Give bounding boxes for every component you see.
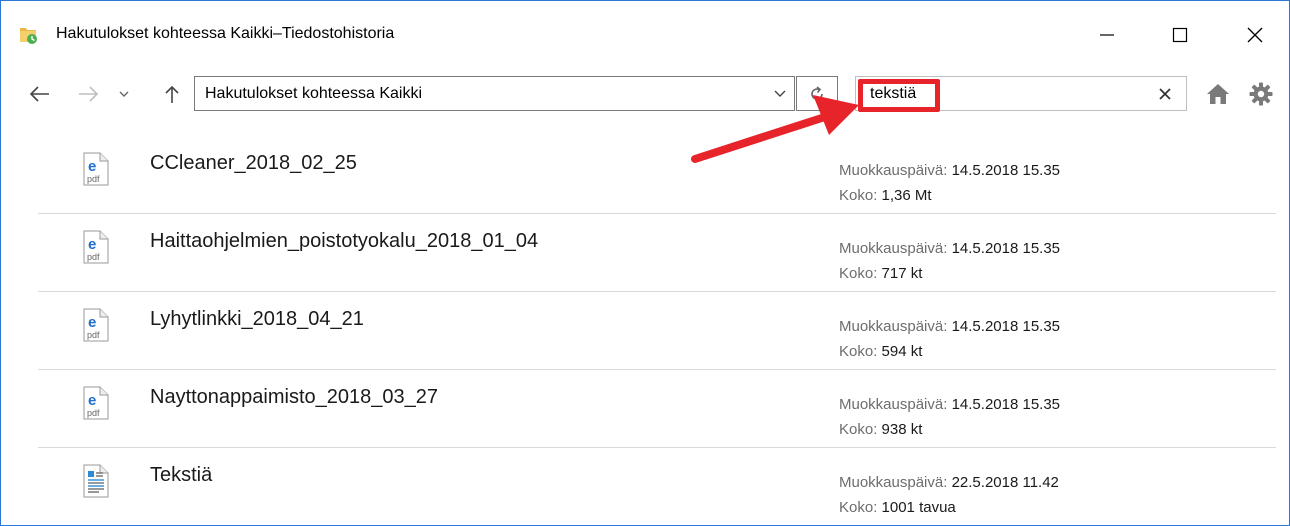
title-bar: Hakutulokset kohteessa Kaikki–Tiedostohi… bbox=[1, 1, 1289, 61]
modified-label: Muokkauspäivä: bbox=[839, 240, 948, 257]
svg-text:e: e bbox=[88, 158, 96, 175]
size-line: Koko: 717 kt bbox=[839, 261, 1060, 286]
close-icon bbox=[1247, 27, 1263, 43]
file-name[interactable]: Lyhytlinkki_2018_04_21 bbox=[150, 308, 364, 331]
modified-label: Muokkauspäivä: bbox=[839, 318, 948, 335]
forward-button[interactable] bbox=[73, 77, 103, 111]
modified-line: Muokkauspäivä: 22.5.2018 11.42 bbox=[839, 470, 1059, 495]
clear-search-icon[interactable] bbox=[1158, 87, 1172, 101]
search-results-list: e pdf CCleaner_2018_02_25 Muokkauspäivä:… bbox=[38, 136, 1276, 525]
size-value: 717 kt bbox=[881, 265, 923, 282]
size-label: Koko: bbox=[839, 421, 878, 438]
forward-arrow-icon bbox=[79, 86, 99, 102]
file-meta: Muokkauspäivä: 14.5.2018 15.35 Koko: 938… bbox=[839, 392, 1060, 442]
maximize-icon bbox=[1172, 27, 1188, 43]
modified-value: 14.5.2018 15.35 bbox=[951, 396, 1061, 413]
modified-value: 22.5.2018 11.42 bbox=[951, 474, 1059, 491]
svg-text:e: e bbox=[88, 236, 96, 253]
modified-line: Muokkauspäivä: 14.5.2018 15.35 bbox=[839, 158, 1060, 183]
text-document-icon bbox=[83, 464, 109, 498]
refresh-button[interactable] bbox=[796, 76, 838, 111]
size-line: Koko: 938 kt bbox=[839, 417, 1060, 442]
modified-value: 14.5.2018 15.35 bbox=[951, 240, 1061, 257]
file-meta: Muokkauspäivä: 22.5.2018 11.42 Koko: 100… bbox=[839, 470, 1059, 520]
size-label: Koko: bbox=[839, 187, 878, 204]
file-meta: Muokkauspäivä: 14.5.2018 15.35 Koko: 1,3… bbox=[839, 158, 1060, 208]
chevron-down-icon bbox=[119, 91, 129, 97]
modified-value: 14.5.2018 15.35 bbox=[951, 162, 1061, 179]
size-value: 1,36 Mt bbox=[881, 187, 932, 204]
minimize-button[interactable] bbox=[1072, 13, 1142, 57]
pdf-icon: e pdf bbox=[83, 152, 109, 186]
back-button[interactable] bbox=[25, 77, 55, 111]
file-history-app-icon bbox=[20, 28, 37, 44]
svg-text:pdf: pdf bbox=[87, 174, 100, 184]
back-arrow-icon bbox=[29, 86, 49, 102]
up-arrow-icon bbox=[165, 85, 179, 103]
pdf-icon: e pdf bbox=[83, 308, 109, 342]
close-button[interactable] bbox=[1220, 13, 1289, 57]
size-value: 1001 tavua bbox=[881, 499, 956, 516]
svg-text:pdf: pdf bbox=[87, 330, 100, 340]
settings-gear-icon[interactable] bbox=[1249, 82, 1273, 106]
window-title: Hakutulokset kohteessa Kaikki–Tiedostohi… bbox=[56, 25, 395, 42]
search-highlight-box bbox=[858, 79, 940, 112]
modified-label: Muokkauspäivä: bbox=[839, 396, 948, 413]
size-value: 938 kt bbox=[881, 421, 923, 438]
svg-text:pdf: pdf bbox=[87, 408, 100, 418]
modified-label: Muokkauspäivä: bbox=[839, 162, 948, 179]
file-row[interactable]: e pdf Lyhytlinkki_2018_04_21 Muokkauspäi… bbox=[38, 292, 1276, 370]
maximize-button[interactable] bbox=[1145, 13, 1215, 57]
file-meta: Muokkauspäivä: 14.5.2018 15.35 Koko: 594… bbox=[839, 314, 1060, 364]
modified-value: 14.5.2018 15.35 bbox=[951, 318, 1061, 335]
address-dropdown-icon[interactable] bbox=[772, 85, 788, 101]
file-row[interactable]: Tekstiä Muokkauspäivä: 22.5.2018 11.42 K… bbox=[38, 448, 1276, 525]
size-label: Koko: bbox=[839, 499, 878, 516]
file-row[interactable]: e pdf CCleaner_2018_02_25 Muokkauspäivä:… bbox=[38, 136, 1276, 214]
modified-line: Muokkauspäivä: 14.5.2018 15.35 bbox=[839, 314, 1060, 339]
file-name[interactable]: CCleaner_2018_02_25 bbox=[150, 152, 357, 175]
navigation-bar: Hakutulokset kohteessa Kaikki bbox=[1, 61, 1289, 127]
file-history-window: Hakutulokset kohteessa Kaikki–Tiedostohi… bbox=[0, 0, 1290, 526]
file-name[interactable]: Nayttonappaimisto_2018_03_27 bbox=[150, 386, 438, 409]
size-line: Koko: 1001 tavua bbox=[839, 495, 1059, 520]
modified-label: Muokkauspäivä: bbox=[839, 474, 948, 491]
minimize-icon bbox=[1100, 34, 1114, 36]
modified-line: Muokkauspäivä: 14.5.2018 15.35 bbox=[839, 392, 1060, 417]
file-meta: Muokkauspäivä: 14.5.2018 15.35 Koko: 717… bbox=[839, 236, 1060, 286]
svg-text:e: e bbox=[88, 314, 96, 331]
home-icon[interactable] bbox=[1206, 83, 1230, 105]
file-row[interactable]: e pdf Haittaohjelmien_poistotyokalu_2018… bbox=[38, 214, 1276, 292]
refresh-icon bbox=[811, 86, 823, 100]
address-text: Hakutulokset kohteessa Kaikki bbox=[205, 85, 422, 102]
size-label: Koko: bbox=[839, 343, 878, 360]
file-name[interactable]: Haittaohjelmien_poistotyokalu_2018_01_04 bbox=[150, 230, 538, 253]
size-line: Koko: 1,36 Mt bbox=[839, 183, 1060, 208]
recent-locations-button[interactable] bbox=[114, 77, 134, 111]
pdf-icon: e pdf bbox=[83, 386, 109, 420]
file-name[interactable]: Tekstiä bbox=[150, 464, 212, 487]
size-value: 594 kt bbox=[881, 343, 923, 360]
svg-text:e: e bbox=[88, 392, 96, 409]
size-line: Koko: 594 kt bbox=[839, 339, 1060, 364]
svg-text:pdf: pdf bbox=[87, 252, 100, 262]
address-bar[interactable]: Hakutulokset kohteessa Kaikki bbox=[194, 76, 795, 111]
size-label: Koko: bbox=[839, 265, 878, 282]
file-row[interactable]: e pdf Nayttonappaimisto_2018_03_27 Muokk… bbox=[38, 370, 1276, 448]
modified-line: Muokkauspäivä: 14.5.2018 15.35 bbox=[839, 236, 1060, 261]
up-button[interactable] bbox=[159, 77, 185, 111]
pdf-icon: e pdf bbox=[83, 230, 109, 264]
